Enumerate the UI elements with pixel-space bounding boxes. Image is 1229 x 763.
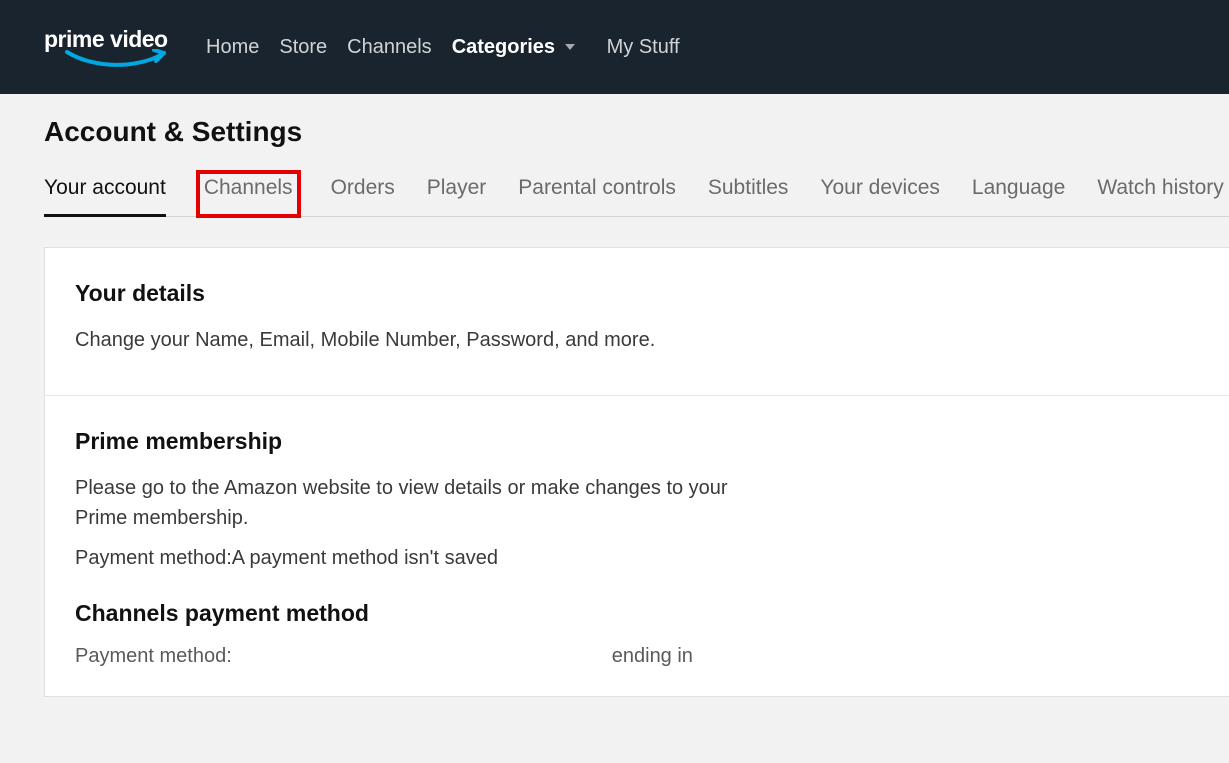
prime-membership-heading: Prime membership <box>75 428 1199 455</box>
tab-subtitles[interactable]: Subtitles <box>708 176 789 216</box>
tab-orders[interactable]: Orders <box>331 176 395 216</box>
prime-video-logo[interactable]: prime video <box>44 28 174 67</box>
channels-payment-row: Payment method: ending in <box>75 645 1199 668</box>
tab-your-devices[interactable]: Your devices <box>820 176 939 216</box>
nav-store[interactable]: Store <box>279 36 327 59</box>
tab-channels[interactable]: Channels <box>198 172 299 216</box>
nav-links: Home Store Channels Categories My Stuff <box>206 36 680 59</box>
settings-card: Your details Change your Name, Email, Mo… <box>44 247 1229 697</box>
prime-membership-body: Please go to the Amazon website to view … <box>75 473 755 533</box>
nav-categories[interactable]: Categories <box>452 36 575 59</box>
tab-parental-controls[interactable]: Parental controls <box>518 176 676 216</box>
smile-arrow-icon <box>44 51 174 67</box>
channels-payment-label: Payment method: <box>75 645 232 668</box>
prime-payment-method-line: Payment method:A payment method isn't sa… <box>75 547 1199 570</box>
tab-watch-history[interactable]: Watch history <box>1097 176 1223 216</box>
your-details-heading: Your details <box>75 280 1199 307</box>
logo-text: prime video <box>44 28 168 51</box>
channels-payment-ending: ending in <box>612 645 693 668</box>
tab-language[interactable]: Language <box>972 176 1065 216</box>
channels-payment-heading: Channels payment method <box>75 600 1199 627</box>
tab-player[interactable]: Player <box>427 176 487 216</box>
page: Account & Settings Your account Channels… <box>0 94 1229 697</box>
section-prime-membership: Prime membership Please go to the Amazon… <box>45 396 1229 696</box>
settings-tabs: Your account Channels Orders Player Pare… <box>44 176 1229 217</box>
your-details-body: Change your Name, Email, Mobile Number, … <box>75 325 755 355</box>
nav-mystuff[interactable]: My Stuff <box>607 36 680 59</box>
nav-channels[interactable]: Channels <box>347 36 432 59</box>
chevron-down-icon <box>565 44 575 50</box>
section-your-details[interactable]: Your details Change your Name, Email, Mo… <box>45 248 1229 396</box>
nav-home[interactable]: Home <box>206 36 259 59</box>
page-title: Account & Settings <box>44 116 1229 148</box>
nav-categories-label: Categories <box>452 36 555 58</box>
top-nav: prime video Home Store Channels Categori… <box>0 0 1229 94</box>
tab-your-account[interactable]: Your account <box>44 176 166 216</box>
